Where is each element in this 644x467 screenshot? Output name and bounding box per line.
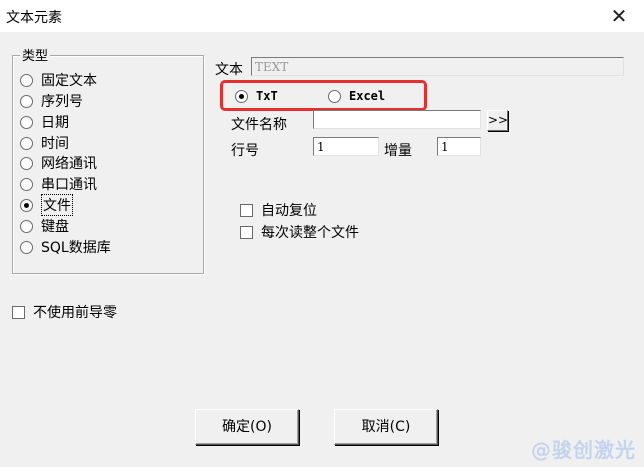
radio-label: 固定文本 <box>41 73 97 89</box>
radio-file[interactable]: 文件 <box>20 194 73 216</box>
annotation-highlight-box <box>220 80 427 111</box>
radio-date[interactable]: 日期 <box>20 112 69 132</box>
text-label: 文本 <box>215 62 243 78</box>
radio-circle[interactable] <box>20 94 33 108</box>
dialog-window: 文本元素 ✕ 类型 固定文本 序列号 日期 时间 网络通讯 串口通讯 文件 键盘… <box>0 0 644 467</box>
line-no-label: 行号 <box>231 143 259 159</box>
radio-circle[interactable] <box>20 156 33 170</box>
radio-label: 序列号 <box>41 94 83 110</box>
radio-circle[interactable] <box>20 115 33 129</box>
watermark: @骏创激光 <box>531 438 636 462</box>
radio-label: SQL数据库 <box>41 240 111 256</box>
checkbox-label: 不使用前导零 <box>33 305 117 321</box>
radio-circle[interactable] <box>20 198 33 212</box>
read-whole-file-checkbox[interactable]: 每次读整个文件 <box>240 222 359 242</box>
no-leading-zero-checkbox[interactable]: 不使用前导零 <box>12 302 117 322</box>
radio-sql-database[interactable]: SQL数据库 <box>20 237 111 257</box>
radio-time[interactable]: 时间 <box>20 133 69 153</box>
auto-reset-checkbox[interactable]: 自动复位 <box>240 200 317 220</box>
type-group-legend: 类型 <box>20 45 51 64</box>
browse-button[interactable]: >> <box>487 110 508 131</box>
checkbox-box[interactable] <box>240 225 253 239</box>
increment-input[interactable]: 1 <box>437 137 481 156</box>
text-input[interactable]: TEXT <box>251 57 624 76</box>
radio-circle[interactable] <box>20 240 33 254</box>
radio-serial-number[interactable]: 序列号 <box>20 91 83 111</box>
window-title: 文本元素 <box>6 10 62 26</box>
radio-circle[interactable] <box>20 73 33 87</box>
checkbox-box[interactable] <box>12 305 25 319</box>
line-no-input[interactable]: 1 <box>313 137 379 156</box>
radio-circle[interactable] <box>20 136 33 150</box>
ok-button[interactable]: 确定(O) <box>195 409 299 445</box>
radio-circle[interactable] <box>20 177 33 191</box>
radio-label: 网络通讯 <box>41 156 97 172</box>
title-bar: 文本元素 ✕ <box>0 0 644 32</box>
close-icon[interactable]: ✕ <box>608 5 630 27</box>
radio-label: 键盘 <box>41 219 69 235</box>
radio-keyboard[interactable]: 键盘 <box>20 216 69 236</box>
checkbox-label: 每次读整个文件 <box>261 225 359 241</box>
cancel-button[interactable]: 取消(C) <box>334 409 438 445</box>
checkbox-box[interactable] <box>240 203 253 217</box>
radio-label: 串口通讯 <box>41 177 97 193</box>
checkbox-label: 自动复位 <box>261 203 317 219</box>
radio-label: 文件 <box>41 194 73 216</box>
radio-serial-port[interactable]: 串口通讯 <box>20 174 97 194</box>
file-name-input[interactable] <box>313 110 481 129</box>
file-name-label: 文件名称 <box>231 117 287 133</box>
increment-label: 增量 <box>384 143 412 159</box>
radio-label: 时间 <box>41 136 69 152</box>
radio-circle[interactable] <box>20 219 33 233</box>
radio-label: 日期 <box>41 115 69 131</box>
radio-fixed-text[interactable]: 固定文本 <box>20 70 97 90</box>
radio-network[interactable]: 网络通讯 <box>20 153 97 173</box>
